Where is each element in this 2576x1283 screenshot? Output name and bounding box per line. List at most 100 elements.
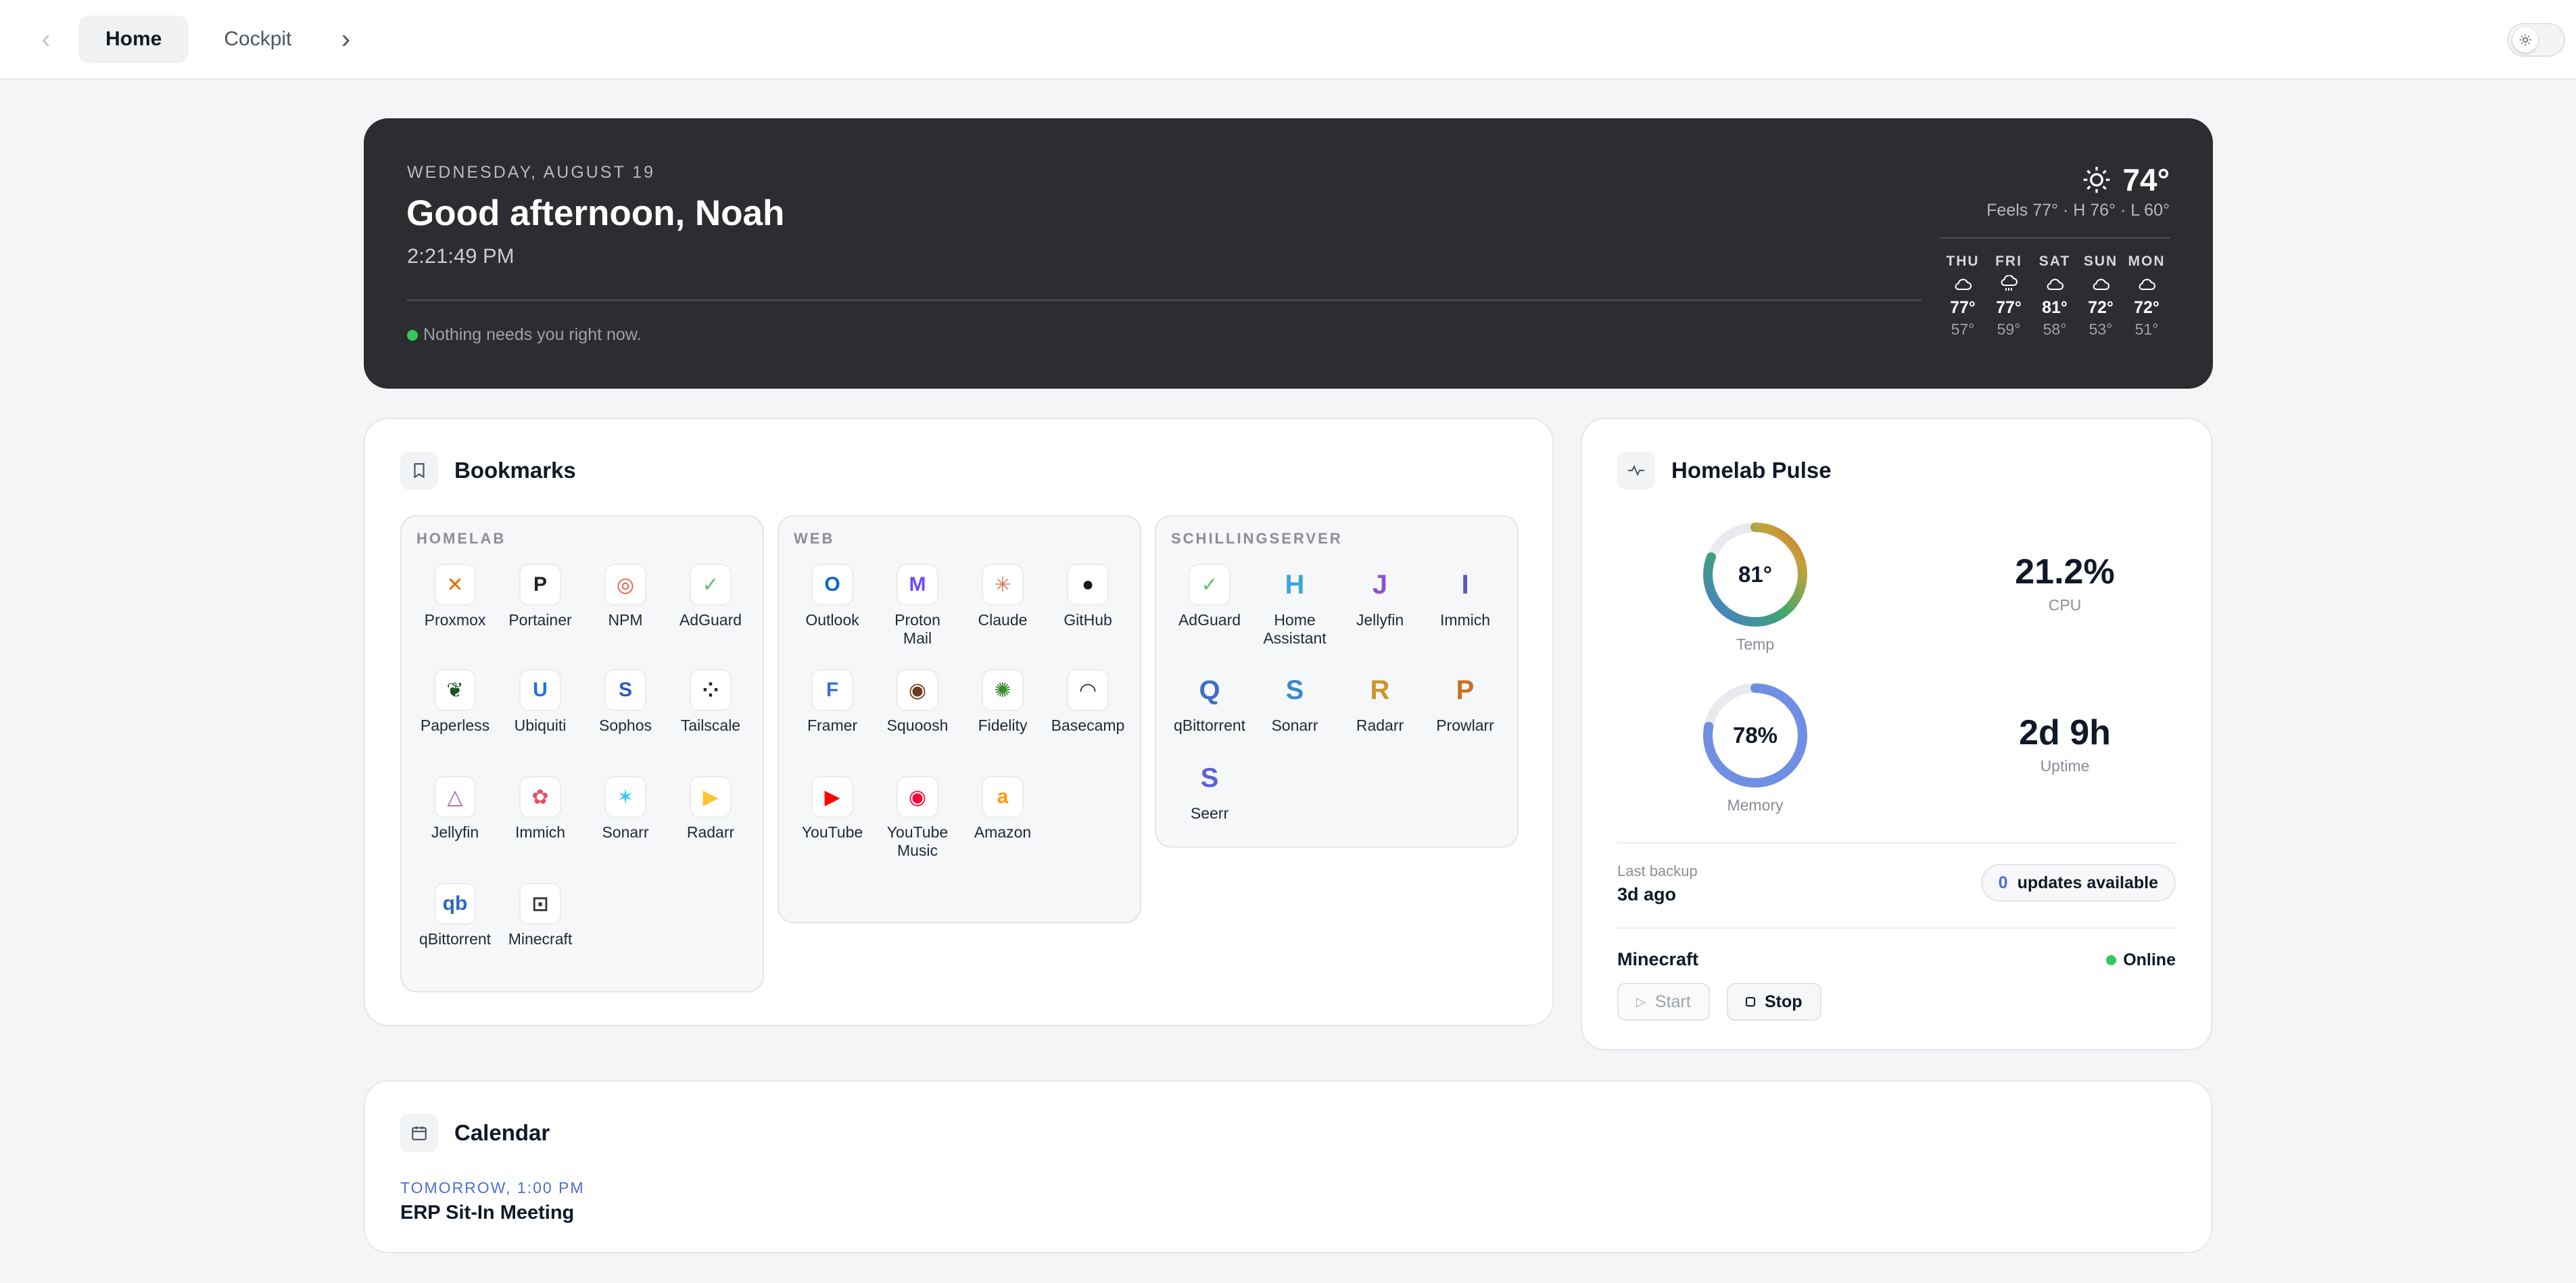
bookmark-icon: qb [434,883,476,925]
start-label: Start [1654,992,1691,1011]
pulse-title: Homelab Pulse [1671,458,1832,483]
backup-label: Last backup [1617,863,1698,879]
sun-icon [2084,166,2110,193]
bookmark-icon: F [811,669,853,711]
updates-badge[interactable]: 0 updates available [1980,864,2176,902]
bookmark-item[interactable]: S Sonarr [1252,669,1337,735]
bookmark-label: Radarr [1356,717,1404,734]
forecast-day: SUN 72° 53° [2078,253,2124,339]
bookmark-icon: R [1370,675,1390,705]
bookmark-item[interactable]: ◉ YouTube Music [875,776,960,860]
bookmark-item[interactable]: ✕ Proxmox [412,564,498,629]
bookmark-icon: ✳ [982,564,1024,606]
bookmark-item[interactable]: U Ubiquiti [498,669,583,735]
bookmark-item[interactable]: ⁘ Tailscale [668,669,753,735]
forecast-day-name: FRI [1995,253,2022,269]
bookmark-icon: P [1456,675,1475,705]
bookmark-item[interactable]: O Outlook [790,564,875,629]
bookmark-item[interactable]: I Immich [1423,564,1508,629]
temp-gauge: 81° Temp [1700,519,1811,654]
bookmark-group-homelab: HOMELAB ✕ Proxmox P Portainer ◎ NPM ✓ AdGuard ❦ P… [400,515,764,992]
bookmark-item[interactable]: ● GitHub [1045,564,1130,629]
bookmark-label: Amazon [974,823,1032,841]
bookmark-icon: ❦ [434,669,476,711]
weather-divider [1940,237,2170,239]
hero-status: Nothing needs you right now. [407,325,641,345]
activity-icon [1617,452,1655,489]
bookmark-item[interactable]: J Jellyfin [1337,564,1423,629]
theme-toggle[interactable] [2507,23,2565,57]
forecast-high: 81° [2042,298,2068,317]
minecraft-stop-button[interactable]: Stop [1727,983,1821,1021]
bookmark-item[interactable]: ✓ AdGuard [668,564,753,629]
bookmark-icon [400,452,438,489]
bookmark-item[interactable]: ✓ AdGuard [1167,564,1252,629]
bookmark-group-title: HOMELAB [416,530,506,547]
bookmark-icon: S [1200,762,1219,793]
bookmark-item[interactable]: ✶ Sonarr [583,776,668,842]
bookmark-icon: ✶ [604,776,646,818]
weather-current: 74° [2082,162,2170,198]
bookmark-item[interactable]: S Seerr [1167,757,1252,823]
bookmark-item[interactable]: ▶ Radarr [668,776,753,842]
pulse-header: Homelab Pulse [1617,452,1832,489]
forecast-day-name: MON [2128,253,2166,269]
hero-clock: 2:21:49 PM [407,244,515,268]
bookmark-item[interactable]: △ Jellyfin [412,776,498,842]
bookmark-item[interactable]: ❦ Paperless [412,669,498,735]
tab-cockpit[interactable]: Cockpit [197,16,318,63]
bookmark-item[interactable]: M Proton Mail [875,564,960,648]
forecast-low: 58° [2043,320,2067,338]
bookmark-item[interactable]: ✺ Fidelity [960,669,1045,735]
backup-value: 3d ago [1617,884,1677,904]
tab-home[interactable]: Home [78,16,189,63]
forecast-low: 53° [2089,320,2113,338]
bookmark-item[interactable]: ⊡ Minecraft [498,883,583,948]
bookmark-item[interactable]: QqBittorrent [1167,669,1252,735]
temp-label: Temp [1736,635,1775,653]
bookmark-icon: △ [434,776,476,818]
memory-value: 78% [1732,723,1778,748]
forecast-day: MON 72° 51° [2124,253,2170,339]
bookmark-icon: ⁘ [690,669,732,711]
cloud-icon [2137,272,2156,295]
bookmark-item[interactable]: P Prowlarr [1423,669,1508,735]
bookmark-item[interactable]: a Amazon [960,776,1045,842]
bookmark-item[interactable]: ◉ Squoosh [875,669,960,735]
bookmark-group-title: WEB [794,530,835,547]
bookmark-item[interactable]: ▶ YouTube [790,776,875,842]
bookmark-icon: M [897,564,938,606]
bookmark-label: Portainer [508,611,572,629]
uptime-stat: 2d 9h Uptime [1943,712,2187,775]
bookmark-item[interactable]: qb qBittorrent [412,883,498,948]
bookmark-item[interactable]: ✿ Immich [498,776,583,842]
bookmark-item[interactable]: R Radarr [1337,669,1423,735]
bookmark-item[interactable]: ◠ Basecamp [1045,669,1130,735]
forecast-high: 77° [1950,298,1976,317]
bookmark-item[interactable]: P Portainer [498,564,583,629]
bookmark-group-title: SCHILLINGSERVER [1171,530,1343,547]
bookmark-icon: ✕ [434,564,476,606]
bookmark-label: Seerr [1190,804,1229,822]
bookmark-item[interactable]: H Home Assistant [1252,564,1337,648]
forecast-high: 72° [2088,298,2114,317]
bookmark-item[interactable]: S Sophos [583,669,668,735]
forward-arrow-icon[interactable]: › [332,26,359,53]
bookmark-label: Sonarr [602,823,649,841]
uptime-value: 2d 9h [2019,713,2111,752]
bookmark-item[interactable]: F Framer [790,669,875,735]
event-title[interactable]: ERP Sit-In Meeting [400,1202,574,1224]
bookmark-item[interactable]: ✳ Claude [960,564,1045,629]
bookmark-icon: H [1285,569,1305,600]
bookmark-item[interactable]: ◎ NPM [583,564,668,629]
bookmark-label: AdGuard [1178,611,1241,629]
memory-label: Memory [1727,796,1784,814]
bookmark-label: Jellyfin [1356,611,1404,629]
back-arrow-icon[interactable]: ‹ [32,26,59,53]
hero-date: WEDNESDAY, AUGUST 19 [407,163,656,182]
hero-status-text: Nothing needs you right now. [423,325,642,344]
bookmark-icon: ✿ [519,776,561,818]
bookmark-label: Sonarr [1271,717,1318,734]
minecraft-start-button[interactable]: ▷ Start [1617,983,1710,1021]
bookmark-label: Outlook [805,611,859,629]
